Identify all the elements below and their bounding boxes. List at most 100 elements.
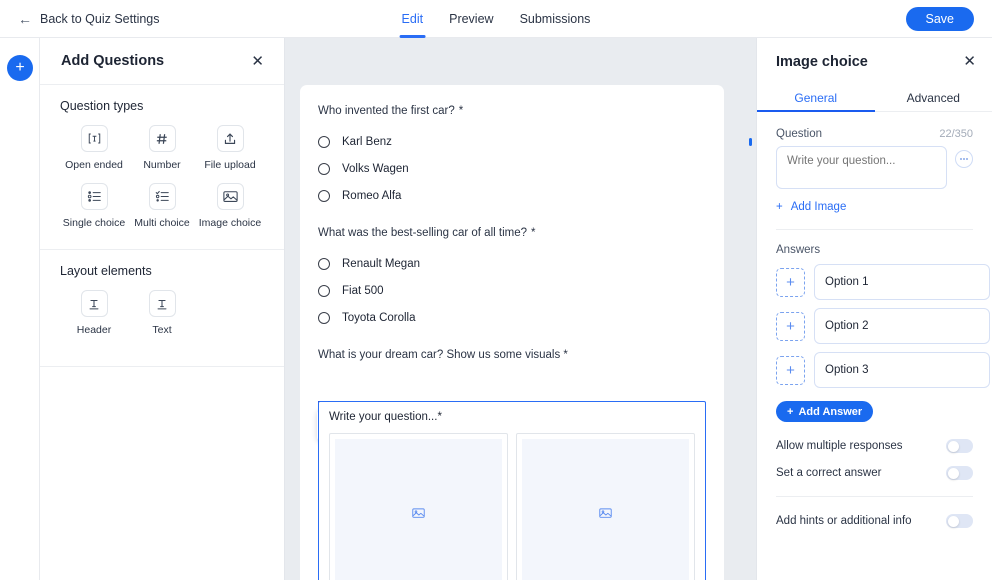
text-bracket-icon [80,125,108,152]
close-icon[interactable]: ✕ [963,54,976,69]
layout-element-header[interactable]: Header [60,290,128,336]
canvas-scrollbar[interactable] [749,138,752,146]
question-type-open-ended[interactable]: Open ended [60,125,128,171]
add-questions-panel: Add Questions ✕ Question types Open ende… [40,38,285,580]
editing-question-block: Settings [317,401,706,580]
question-block: What was the best-selling car of all tim… [318,227,706,331]
add-hints-toggle[interactable] [946,514,973,528]
answer-image-add-button[interactable]: + [776,311,805,341]
question-type-number[interactable]: Number [128,125,196,171]
question-types-section: Question types Open ended Number File up… [40,85,284,241]
panel-divider-bottom [40,366,284,367]
option-row[interactable]: Renault Megan [318,250,706,277]
add-questions-title: Add Questions [61,53,165,69]
text-icon [148,290,176,317]
question-field-header: Question 22/350 [776,128,973,140]
layout-elements-grid: Header Text [60,290,264,344]
save-button[interactable]: Save [905,7,974,31]
toggle-label: Allow multiple responses [776,440,903,452]
right-panel-divider [776,229,973,230]
answer-input[interactable] [814,264,990,300]
question-title: Who invented the first car? * [318,105,706,117]
right-panel-title: Image choice [776,53,868,70]
tab-submissions[interactable]: Submissions [520,0,591,38]
arrow-left-icon: ← [18,10,32,27]
radio-icon [318,284,330,297]
allow-multiple-responses-toggle[interactable] [946,439,973,453]
back-to-quiz-settings-link[interactable]: ← Back to Quiz Settings [18,12,160,26]
tab-general[interactable]: General [757,85,875,112]
layout-elements-title: Layout elements [60,264,152,278]
question-type-single-choice[interactable]: Single choice [60,183,128,229]
toggle-label: Set a correct answer [776,467,882,479]
placeholder-text: Write your question... [329,411,438,423]
answer-input[interactable] [814,308,990,344]
radio-icon [318,311,330,324]
layout-elements-section: Layout elements Header Text [40,250,284,348]
question-type-label: Number [143,159,181,171]
option-label: Renault Megan [342,257,420,270]
set-correct-answer-row: Set a correct answer [776,466,973,480]
answers-label: Answers [776,244,821,256]
right-panel-tab-group: General Advanced [757,85,992,112]
image-icon [522,439,689,580]
tab-preview-label: Preview [449,11,494,26]
image-choice-settings-panel: Image choice ✕ General Advanced Question… [756,38,992,580]
question-input[interactable] [776,146,947,189]
hash-icon [148,125,176,152]
form-canvas[interactable]: Who invented the first car? * Karl Benz V… [285,38,756,580]
tab-general-label: General [794,91,838,105]
add-image-button[interactable]: + Add Image [776,201,846,213]
question-title-text: What was the best-selling car of all tim… [318,227,528,239]
option-label: Romeo Alfa [342,189,402,202]
top-tab-group: Edit Preview Submissions [399,0,591,38]
image-placeholder-card[interactable] [329,433,508,580]
tab-preview[interactable]: Preview [449,0,493,38]
image-placeholder-card[interactable] [516,433,695,580]
questions-card: Who invented the first car? * Karl Benz V… [300,85,724,580]
allow-multiple-responses-row: Allow multiple responses [776,439,973,453]
toggle-label: Add hints or additional info [776,515,912,527]
option-row[interactable]: Fiat 500 [318,277,706,304]
tab-edit[interactable]: Edit [399,0,425,38]
answer-image-add-button[interactable]: + [776,267,805,297]
upload-icon [216,125,244,152]
add-hints-row: Add hints or additional info [776,514,973,528]
question-type-label: File upload [204,159,256,171]
right-panel-divider-2 [776,496,973,497]
editing-question-title: What is your dream car? Show us some vis… [318,349,568,361]
image-icon [216,183,244,210]
app-root: ← Back to Quiz Settings Edit Preview Sub… [0,0,992,580]
left-rail: + [0,38,40,580]
option-label: Toyota Corolla [342,311,416,324]
option-row[interactable]: Romeo Alfa [318,182,706,209]
right-panel-body: Question 22/350 + Add Image Answers + [757,128,992,528]
option-row[interactable]: Karl Benz [318,128,706,155]
right-panel-header: Image choice ✕ [757,38,992,85]
editing-question-field[interactable]: Write your question...* [318,401,706,580]
plus-icon: + [776,201,783,213]
question-type-label: Single choice [62,217,126,229]
question-type-image-choice[interactable]: Image choice [196,183,264,229]
add-questions-header: Add Questions ✕ [40,38,284,85]
more-options-icon[interactable] [955,150,973,168]
radio-icon [318,162,330,175]
layout-element-text[interactable]: Text [128,290,196,336]
question-type-file-upload[interactable]: File upload [196,125,264,171]
tab-advanced[interactable]: Advanced [875,85,992,111]
plus-icon: + [15,59,25,76]
radio-icon [318,189,330,202]
question-title: What was the best-selling car of all tim… [318,227,706,239]
multi-choice-list-icon [148,183,176,210]
answer-image-add-button[interactable]: + [776,355,805,385]
add-answer-button[interactable]: + Add Answer [776,401,874,422]
answer-input[interactable] [814,352,990,388]
set-correct-answer-toggle[interactable] [946,466,973,480]
close-icon[interactable]: ✕ [251,54,264,69]
layout-element-label: Header [76,324,112,336]
answer-row: + [776,264,990,300]
add-question-fab[interactable]: + [7,55,33,81]
option-row[interactable]: Volks Wagen [318,155,706,182]
option-row[interactable]: Toyota Corolla [318,304,706,331]
question-type-multi-choice[interactable]: Multi choice [128,183,196,229]
